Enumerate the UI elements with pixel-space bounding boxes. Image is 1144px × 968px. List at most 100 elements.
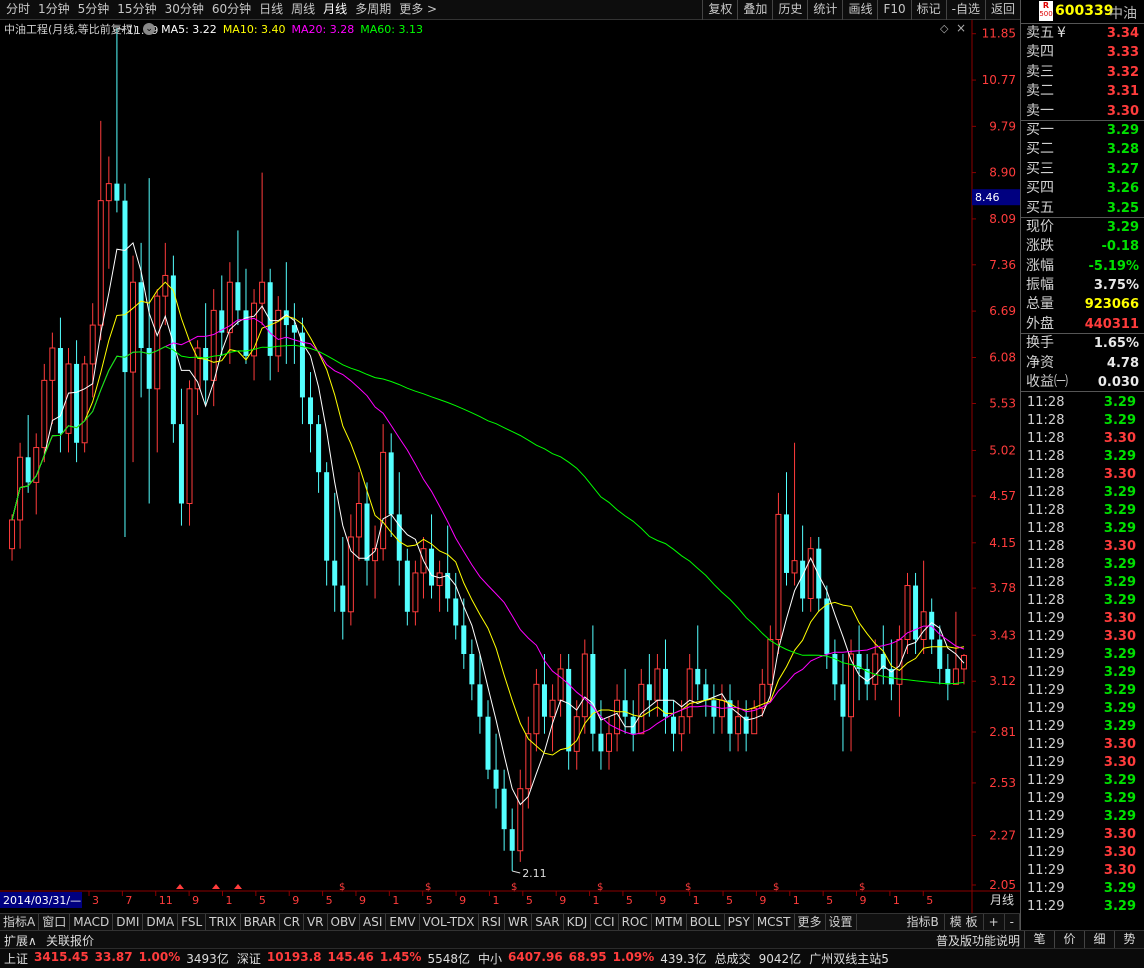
help-link[interactable]: 普及版功能说明 [936, 932, 1020, 949]
index-quote[interactable]: 深证 10193.8 145.46 1.45% 5548亿 [233, 950, 474, 967]
indicator-tab[interactable]: CR [280, 914, 304, 930]
indicator-tab[interactable]: WR [505, 914, 533, 930]
tick-time: 11:29 [1027, 863, 1065, 879]
indicator-right-tab[interactable]: + [984, 914, 1005, 930]
tick-time: 11:29 [1027, 899, 1065, 915]
toolbar-button[interactable]: 返回 [984, 0, 1020, 20]
index-quote[interactable]: 中小 6407.96 68.95 1.09% 439.3亿 [474, 950, 711, 967]
time-tick-label: 5 [626, 894, 633, 907]
order-book-row[interactable]: 卖二 3.31 [1021, 82, 1144, 101]
tick-price: 3.29 [1103, 485, 1136, 501]
period-tab[interactable]: 30分钟 [161, 0, 208, 20]
detail-tab[interactable]: 势 [1114, 931, 1144, 948]
indicator-tab[interactable]: VOL-TDX [420, 914, 479, 930]
period-tab[interactable]: 60分钟 [208, 0, 255, 20]
order-book-row[interactable]: 卖五 ¥3.34 [1021, 24, 1144, 43]
index-change: 68.95 [568, 950, 607, 964]
indicator-tab[interactable]: FSL [178, 914, 207, 930]
indicator-right-tab[interactable]: 指标B [902, 914, 945, 930]
indicator-tab[interactable]: 指标A [0, 914, 40, 930]
tick-time: 11:29 [1027, 845, 1065, 861]
detail-tab[interactable]: 笔 [1024, 931, 1054, 948]
indicator-tab[interactable]: BOLL [687, 914, 725, 930]
period-tab[interactable]: 多周期 [351, 0, 395, 20]
order-book-row[interactable]: 卖一 3.30 [1021, 102, 1144, 121]
indicator-right-tab[interactable]: - [1005, 914, 1020, 930]
period-tab[interactable]: 周线 [287, 0, 319, 20]
price-tick-label: 3.78 [989, 581, 1016, 595]
order-book-row[interactable]: 买四 3.26 [1021, 179, 1144, 198]
tick-time: 11:28 [1027, 485, 1065, 501]
indicator-tab[interactable]: BRAR [241, 914, 281, 930]
expand-button[interactable]: 扩展∧ [4, 932, 37, 949]
indicator-tab[interactable]: MACD [70, 914, 114, 930]
toolbar-button[interactable]: 画线 [842, 0, 877, 20]
indicator-tab[interactable]: ROC [619, 914, 652, 930]
period-tab[interactable]: 5分钟 [74, 0, 114, 20]
kline-chart[interactable]: 11.85 10.77 9.79 8.90 8.09 7.36 6.69 6.08 5.53 5.… [0, 20, 1020, 913]
candle-body [469, 653, 475, 685]
related-quotes-button[interactable]: 关联报价 [46, 932, 94, 949]
period-tab[interactable]: 分时 [2, 0, 34, 20]
indicator-tab[interactable]: TRIX [206, 914, 241, 930]
indicator-tab[interactable]: 更多 [795, 914, 826, 930]
indicator-tab[interactable]: EMV [386, 914, 420, 930]
close-icon[interactable]: × [956, 21, 966, 35]
status-bar: 上证 3415.45 33.87 1.00% 3493亿 深证 10193.8 145.46 1… [0, 948, 1144, 968]
time-tick-label: 5 [926, 894, 933, 907]
indicator-right-tab[interactable]: 模 板 [945, 914, 984, 930]
index-name: 深证 [236, 952, 261, 966]
period-tab[interactable]: 日线 [255, 0, 287, 20]
period-tab[interactable]: 更多 > [395, 0, 441, 20]
order-book-row[interactable]: 买一 3.29 [1021, 121, 1144, 140]
order-book-row[interactable]: 买二 3.28 [1021, 140, 1144, 159]
period-label: 月线 [990, 893, 1014, 907]
candle-body [493, 769, 499, 789]
detail-tab[interactable]: 细 [1084, 931, 1114, 948]
index-quote[interactable]: 上证 3415.45 33.87 1.00% 3493亿 [0, 950, 233, 967]
indicator-tab[interactable]: VR [304, 914, 328, 930]
indicator-tab[interactable]: ASI [360, 914, 387, 930]
toolbar-button[interactable]: 标记 [910, 0, 946, 20]
order-book-row[interactable]: 买三 3.27 [1021, 160, 1144, 179]
indicator-tab[interactable]: RSI [479, 914, 506, 930]
index-name: 中小 [478, 952, 503, 966]
quote-value: -5.19% [1088, 258, 1140, 274]
toolbar-button[interactable]: 叠加 [737, 0, 772, 20]
indicator-tab[interactable]: DMI [113, 914, 144, 930]
candle-body [686, 668, 693, 718]
time-tick-label: 1 [793, 894, 800, 907]
collapse-icon[interactable]: ◇ [940, 22, 948, 35]
ma-legend-item: MA5: 3.22 [161, 22, 217, 36]
order-book-row[interactable]: 买五 3.25 [1021, 199, 1144, 218]
detail-tab[interactable]: 价 [1054, 931, 1084, 948]
toolbar-button[interactable]: 历史 [772, 0, 807, 20]
indicator-tab[interactable]: MCST [754, 914, 795, 930]
period-tab[interactable]: 1分钟 [34, 0, 74, 20]
indicator-tab[interactable]: DMA [143, 914, 179, 930]
settings-icon[interactable]: ⌄ [143, 23, 156, 35]
indicator-tab[interactable]: SAR [532, 914, 564, 930]
toolbar-button[interactable]: 复权 [702, 0, 737, 20]
time-tick-label: 1 [225, 894, 232, 907]
period-tab[interactable]: 15分钟 [113, 0, 160, 20]
indicator-tab[interactable]: MTM [652, 914, 687, 930]
toolbar-button[interactable]: -自选 [945, 0, 985, 20]
toolbar-button[interactable]: 统计 [807, 0, 842, 20]
period-tab[interactable]: 月线 [319, 0, 351, 20]
order-book-row[interactable]: 卖三 3.32 [1021, 63, 1144, 82]
candle-body [396, 514, 402, 561]
indicator-tab[interactable]: CCI [591, 914, 619, 930]
time-tick-label: 5 [826, 894, 833, 907]
indicator-tab[interactable]: KDJ [564, 914, 592, 930]
total-label: 总成交 [714, 952, 751, 966]
toolbar-button[interactable]: F10 [877, 0, 910, 20]
indicator-tab[interactable]: 窗口 [39, 914, 71, 930]
indicator-tab[interactable]: PSY [725, 914, 754, 930]
tick-price: 3.29 [1103, 647, 1136, 663]
order-book-row[interactable]: 卖四 3.33 [1021, 43, 1144, 62]
indicator-tab[interactable]: OBV [328, 914, 361, 930]
tick-time: 11:29 [1027, 737, 1065, 753]
tick-time: 11:29 [1027, 665, 1065, 681]
indicator-tab[interactable]: 设置 [826, 914, 857, 930]
